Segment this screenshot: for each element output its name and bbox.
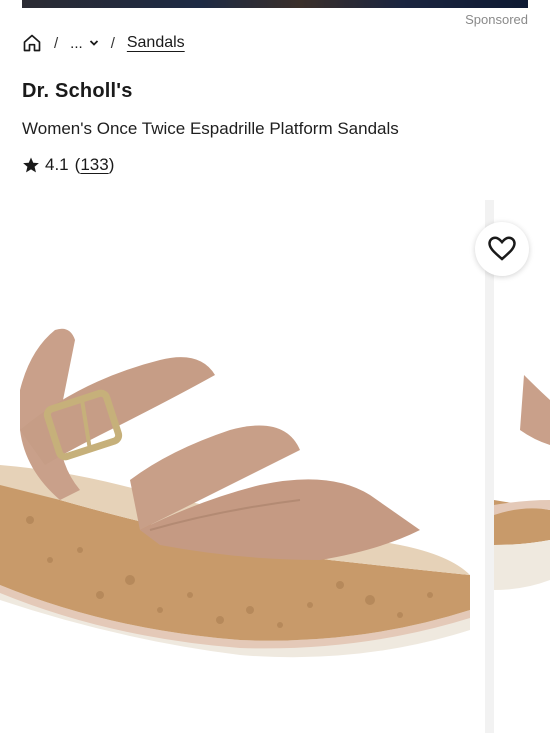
product-image-gallery[interactable] [0,200,550,733]
breadcrumb-more-dropdown[interactable]: ... [70,35,99,52]
favorite-button[interactable] [475,222,529,276]
breadcrumb: / ... / Sandals [22,30,185,56]
heart-icon [488,236,516,261]
star-icon [23,157,39,173]
review-count[interactable]: 133 [80,155,108,174]
breadcrumb-more-label: ... [70,34,83,52]
breadcrumb-sandals-link[interactable]: Sandals [127,34,185,52]
next-product-image[interactable] [494,200,550,733]
product-title: Women's Once Twice Espadrille Platform S… [22,119,399,138]
review-count-close-paren: ) [108,155,115,174]
rating-value: 4.1 [45,155,69,174]
breadcrumb-separator: / [110,34,115,52]
home-icon[interactable] [22,33,42,53]
product-image[interactable] [0,200,485,733]
breadcrumb-separator: / [54,34,59,52]
top-ad-banner[interactable] [22,0,528,8]
gallery-divider [485,200,494,733]
product-rating: 4.1 (133) [22,155,114,175]
sponsored-label: Sponsored [465,12,528,27]
review-count-link[interactable]: (133) [75,155,115,175]
product-brand[interactable]: Dr. Scholl's [22,80,133,103]
chevron-down-icon [89,40,98,46]
